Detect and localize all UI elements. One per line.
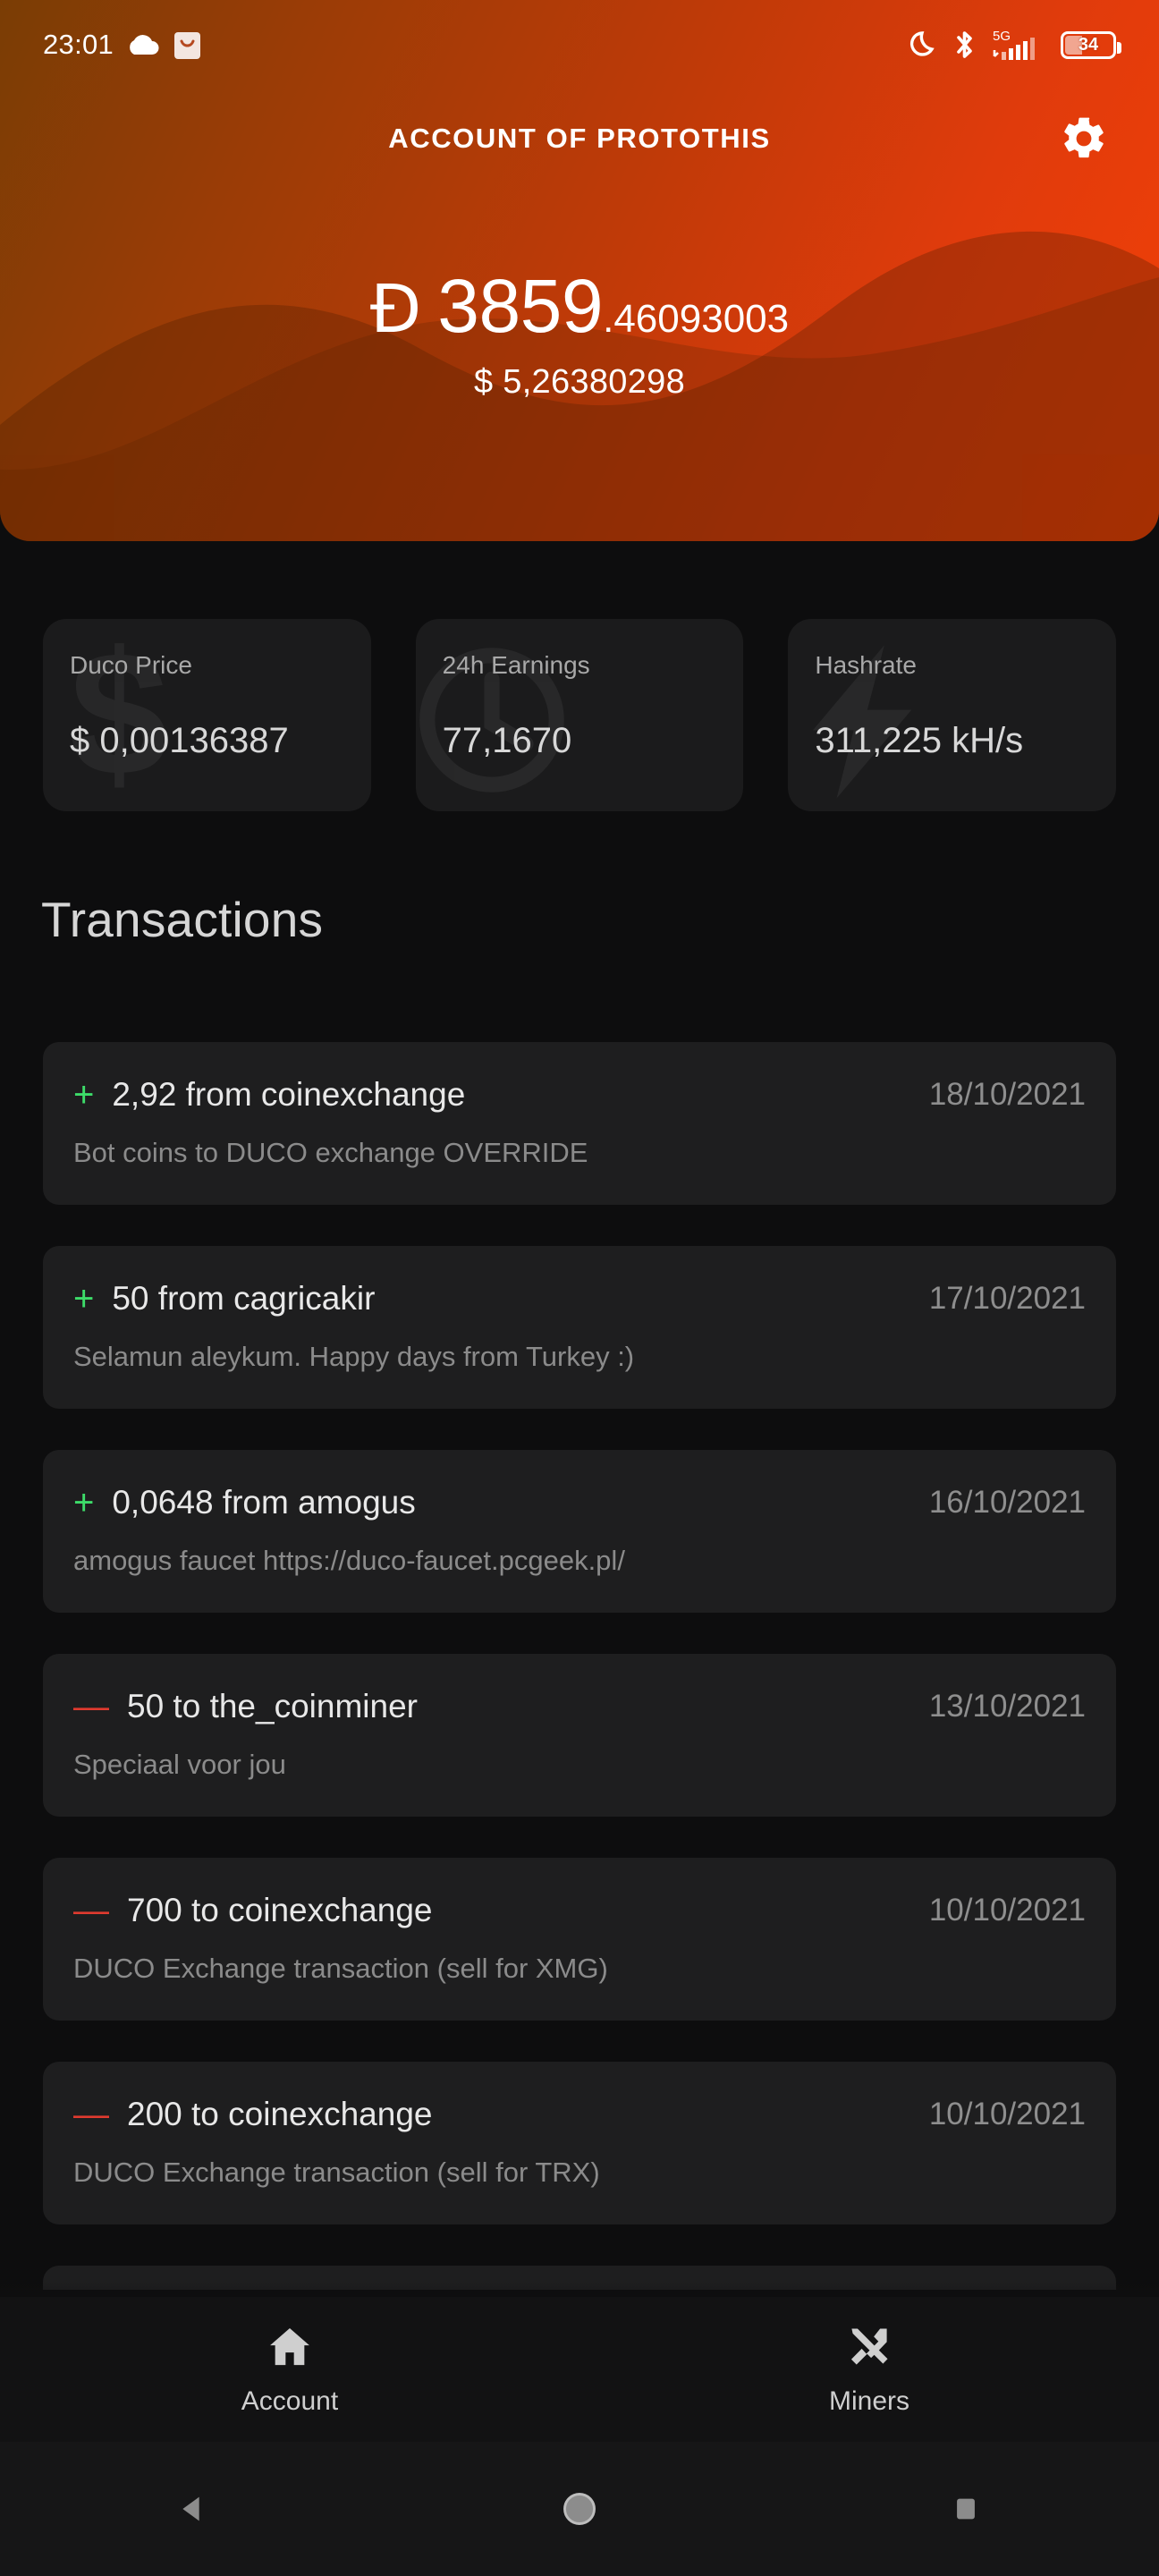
transaction-top-line: — 700 to coinexchange 10/10/2021 xyxy=(73,1892,1086,1929)
transaction-sign-icon: — xyxy=(73,1891,109,1930)
cloud-icon xyxy=(130,35,159,55)
stat-label: Duco Price xyxy=(70,651,192,679)
transaction-memo: Bot coins to DUCO exchange OVERRIDE xyxy=(73,1137,588,1168)
status-bar-left: 23:01 xyxy=(43,29,202,61)
battery-percent-label: 34 xyxy=(1078,34,1099,55)
status-bar: 23:01 5G 34 xyxy=(0,0,1159,89)
square-icon xyxy=(957,2498,975,2520)
transaction-amount-text: 50 from cagricakir xyxy=(112,1280,376,1317)
transaction-date: 18/10/2021 xyxy=(928,1077,1086,1112)
transaction-memo: Speciaal voor jou xyxy=(73,1749,286,1780)
transaction-amount-group: +50 from cagricakir xyxy=(73,1280,375,1318)
transaction-amount-group: — 700 to coinexchange xyxy=(73,1892,433,1929)
transaction-sign-icon: + xyxy=(73,1483,95,1522)
status-bar-right: 5G 34 xyxy=(909,28,1121,62)
transaction-row[interactable]: — 700 to coinexchange 10/10/2021 DUCO Excha… xyxy=(43,1858,1116,2021)
do-not-disturb-moon-icon xyxy=(909,31,935,56)
page-title: ACCOUNT OF PROTOTHIS xyxy=(388,123,771,154)
circle-icon xyxy=(563,2493,596,2525)
app-bar: ACCOUNT OF PROTOTHIS xyxy=(0,89,1159,188)
transaction-amount-group: — 50 to the_coinminer xyxy=(73,1688,418,1725)
balance-decimal: .46093003 xyxy=(603,297,790,341)
balance-usd-value: $ 5,26380298 xyxy=(473,363,686,401)
duco-currency-symbol: Ð xyxy=(369,271,422,348)
nav-label-miners: Miners xyxy=(828,2386,909,2416)
triangle-left-icon xyxy=(182,2496,199,2521)
transaction-sign-icon: — xyxy=(73,2095,109,2134)
home-button[interactable] xyxy=(386,2489,773,2529)
transaction-row[interactable]: +2,92 from coinexchange 18/10/2021 Bot coi… xyxy=(43,1042,1116,1205)
transaction-amount-text: 200 to coinexchange xyxy=(127,2096,433,2132)
stat-value: 77,1670 xyxy=(442,721,572,760)
transaction-sign-icon: + xyxy=(73,1279,95,1318)
transaction-memo: DUCO Exchange transaction (sell for XMG) xyxy=(73,1953,608,1984)
transaction-memo: DUCO Exchange transaction (sell for TRX) xyxy=(73,2157,600,2188)
stats-row: $ Duco Price $ 0,00136387 24h Earnings 7… xyxy=(43,619,1117,811)
transaction-date: 13/10/2021 xyxy=(928,1689,1086,1724)
stat-card-24h-earnings[interactable]: 24h Earnings 77,1670 xyxy=(415,619,744,811)
recents-button[interactable] xyxy=(773,2494,1159,2524)
balance-amount-line: Ð 3859 .46093003 xyxy=(0,268,1159,343)
phone-screen: 23:01 5G 34 ACCOUNT OF PROTOTHIS Ð 3859 … xyxy=(0,0,1159,2576)
bottom-navigation-bar: Account Miners xyxy=(0,2297,1159,2442)
stat-value: $ 0,00136387 xyxy=(70,721,289,760)
transaction-amount-group: — 200 to coinexchange xyxy=(73,2096,433,2133)
transaction-top-line: +50 from cagricakir 17/10/2021 xyxy=(73,1280,1086,1318)
shopping-bag-icon xyxy=(174,32,201,59)
settings-button[interactable] xyxy=(1052,106,1116,171)
back-button[interactable] xyxy=(0,2491,386,2527)
stat-card-hashrate[interactable]: Hashrate 311,225 kH/s xyxy=(788,619,1117,811)
transaction-date: 10/10/2021 xyxy=(928,2097,1086,2131)
transactions-list[interactable]: +2,92 from coinexchange 18/10/2021 Bot coi… xyxy=(43,1042,1116,2290)
transaction-date: 10/10/2021 xyxy=(928,1893,1086,1928)
stat-card-duco-price[interactable]: $ Duco Price $ 0,00136387 xyxy=(43,619,371,811)
stat-label: 24h Earnings xyxy=(442,651,590,679)
transaction-top-line: — 50 to the_coinminer 13/10/2021 xyxy=(73,1688,1086,1725)
balance-integer: 3859 xyxy=(437,264,604,348)
tools-icon xyxy=(850,2328,888,2365)
transaction-top-line: — 200 to coinexchange 10/10/2021 xyxy=(73,2096,1086,2133)
stat-label: Hashrate xyxy=(815,651,917,679)
transaction-row[interactable]: — 50 to the_coinminer 13/10/2021 Speciaal v… xyxy=(43,1654,1116,1817)
transaction-row[interactable]: +50 from cagricakir 17/10/2021 Selamun ale… xyxy=(43,1246,1116,1409)
gear-icon xyxy=(1064,117,1104,158)
transaction-amount-text: 50 to the_coinminer xyxy=(127,1688,418,1724)
transaction-row[interactable]: +0,0648 from amogus 16/10/2021 amogus fauc… xyxy=(43,1450,1116,1613)
account-header-card: 23:01 5G 34 ACCOUNT OF PROTOTHIS Ð 3859 … xyxy=(0,0,1159,541)
stat-value: 311,225 kH/s xyxy=(815,721,1024,760)
signal-5g-icon: 5G xyxy=(993,29,1035,60)
transaction-top-line: +0,0648 from amogus 16/10/2021 xyxy=(73,1484,1086,1521)
transaction-memo: amogus faucet https://duco-faucet.pcgeek… xyxy=(73,1545,625,1576)
nav-tab-miners[interactable]: Miners xyxy=(580,2297,1159,2442)
bluetooth-icon xyxy=(957,31,972,58)
transaction-amount-text: 2,92 from coinexchange xyxy=(112,1076,466,1113)
transaction-amount-text: 700 to coinexchange xyxy=(127,1892,433,1928)
battery-indicator: 34 xyxy=(1061,30,1121,59)
transaction-top-line: +2,92 from coinexchange 18/10/2021 xyxy=(73,1076,1086,1114)
transaction-sign-icon: + xyxy=(73,1075,95,1114)
transaction-amount-group: +2,92 from coinexchange xyxy=(73,1076,465,1114)
transaction-memo: Selamun aleykum. Happy days from Turkey … xyxy=(73,1341,635,1372)
android-system-navigation xyxy=(0,2442,1159,2576)
svg-text:5G: 5G xyxy=(993,29,1011,44)
home-icon xyxy=(270,2328,309,2366)
nav-label-account: Account xyxy=(241,2386,339,2416)
transaction-sign-icon: — xyxy=(73,1687,109,1726)
transaction-amount-text: 0,0648 from amogus xyxy=(112,1484,416,1521)
transaction-amount-group: +0,0648 from amogus xyxy=(73,1484,416,1521)
balance-block: Ð 3859 .46093003 $ 5,26380298 xyxy=(0,268,1159,402)
status-bar-clock: 23:01 xyxy=(43,29,114,60)
nav-tab-account[interactable]: Account xyxy=(0,2297,580,2442)
transactions-heading: Transactions xyxy=(41,892,324,947)
transaction-date: 17/10/2021 xyxy=(928,1281,1086,1316)
transaction-row[interactable]: — 200 to coinexchange 10/10/2021 DUCO Excha… xyxy=(43,2062,1116,2224)
transaction-date: 16/10/2021 xyxy=(928,1485,1086,1520)
